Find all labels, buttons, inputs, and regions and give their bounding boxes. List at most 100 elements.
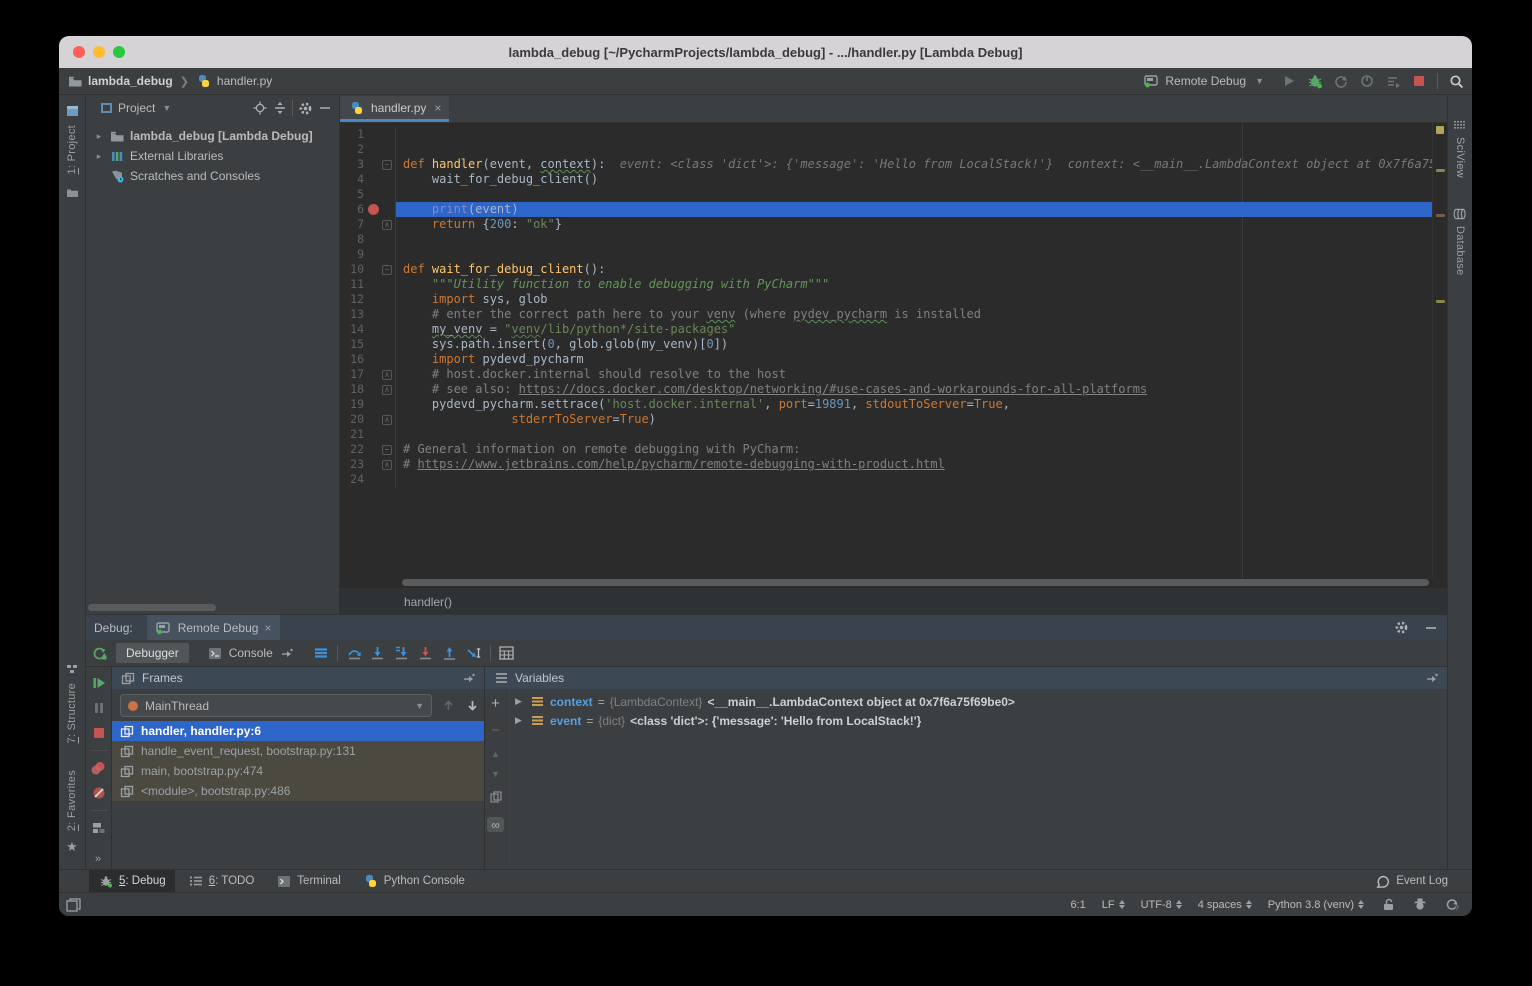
- hector-icon[interactable]: [1412, 897, 1428, 913]
- line-number[interactable]: 5: [340, 187, 364, 202]
- show-execution-point-icon[interactable]: [313, 645, 329, 661]
- stop-button[interactable]: [1411, 73, 1427, 89]
- line-number[interactable]: 10: [340, 262, 364, 277]
- code-line[interactable]: 24: [340, 472, 1447, 487]
- stack-frame[interactable]: main, bootstrap.py:474: [112, 761, 484, 781]
- tab-debugger[interactable]: Debugger: [116, 643, 189, 663]
- fold-icon[interactable]: −: [382, 445, 392, 455]
- code-line[interactable]: 16 import pydevd_pycharm: [340, 352, 1447, 367]
- breadcrumb-project[interactable]: lambda_debug: [88, 74, 173, 88]
- bookmark-folder-icon[interactable]: [64, 184, 80, 200]
- line-number[interactable]: 13: [340, 307, 364, 322]
- status-item-utf8[interactable]: UTF-8: [1141, 899, 1182, 911]
- hide-panel-icon[interactable]: [1423, 620, 1439, 636]
- line-number[interactable]: 16: [340, 352, 364, 367]
- search-everywhere-icon[interactable]: [1448, 73, 1464, 89]
- code-line[interactable]: 1: [340, 127, 1447, 142]
- sync-icon[interactable]: ?: [1444, 897, 1460, 913]
- stack-frame[interactable]: handle_event_request, bootstrap.py:131: [112, 741, 484, 761]
- more-options-icon[interactable]: »: [95, 853, 102, 865]
- event-log-button[interactable]: Event Log: [1375, 873, 1462, 889]
- pause-icon[interactable]: [91, 700, 107, 716]
- code-line[interactable]: 8: [340, 232, 1447, 247]
- code-line[interactable]: 12 import sys, glob: [340, 292, 1447, 307]
- run-button[interactable]: [1281, 73, 1297, 89]
- step-over-icon[interactable]: [346, 645, 362, 661]
- expand-arrow-icon[interactable]: ▶: [515, 696, 524, 707]
- step-out-of-block-icon[interactable]: [418, 645, 434, 661]
- tool-window-tab-terminal[interactable]: Terminal: [267, 870, 349, 892]
- stripe-mark[interactable]: [1436, 300, 1445, 303]
- tool-window-toggle-icon[interactable]: [65, 897, 81, 913]
- code-line[interactable]: 18∧ # see also: https://docs.docker.com/…: [340, 382, 1447, 397]
- variable-row[interactable]: ▶context = {LambdaContext} <__main__.Lam…: [507, 692, 1447, 711]
- variable-row[interactable]: ▶event = {dict} <class 'dict'>: {'messag…: [507, 711, 1447, 730]
- editor-tab-handler-py[interactable]: handler.py ×: [340, 96, 449, 122]
- project-tree-item[interactable]: ▸lambda_debug [Lambda Debug]: [86, 126, 339, 146]
- status-item-4spaces[interactable]: 4 spaces: [1198, 899, 1252, 911]
- close-session-icon[interactable]: ×: [264, 621, 271, 635]
- expand-arrow-icon[interactable]: ▸: [94, 131, 104, 142]
- collapse-all-icon[interactable]: [272, 100, 288, 116]
- line-number[interactable]: 15: [340, 337, 364, 352]
- status-item-lf[interactable]: LF: [1102, 899, 1125, 911]
- lock-icon[interactable]: [1380, 897, 1396, 913]
- line-number[interactable]: 6: [340, 202, 364, 217]
- locate-file-icon[interactable]: [252, 100, 268, 116]
- code-line[interactable]: 20∧ stderrToServer=True): [340, 412, 1447, 427]
- view-breakpoints-icon[interactable]: [91, 760, 107, 776]
- line-number[interactable]: 3: [340, 157, 364, 172]
- fold-icon[interactable]: ∧: [382, 220, 392, 230]
- move-watch-up-icon[interactable]: ▲: [491, 749, 500, 759]
- tab-console[interactable]: Console: [197, 643, 305, 663]
- add-watch-icon[interactable]: +: [491, 695, 500, 712]
- line-number[interactable]: 12: [340, 292, 364, 307]
- move-watch-down-icon[interactable]: ▼: [491, 769, 500, 779]
- line-number[interactable]: 14: [340, 322, 364, 337]
- resume-icon[interactable]: [91, 675, 107, 691]
- code-line[interactable]: 5: [340, 187, 1447, 202]
- restore-layout-icon[interactable]: [91, 820, 107, 836]
- sidebar-tab-structure[interactable]: 7: Structure: [66, 683, 78, 743]
- line-number[interactable]: 18: [340, 382, 364, 397]
- rerun-icon[interactable]: [92, 645, 108, 661]
- line-number[interactable]: 2: [340, 142, 364, 157]
- sidebar-tab-database[interactable]: Database: [1454, 226, 1466, 276]
- fold-icon[interactable]: −: [382, 265, 392, 275]
- force-step-into-icon[interactable]: [394, 645, 410, 661]
- status-item-python38venv[interactable]: Python 3.8 (venv): [1268, 899, 1364, 911]
- code-line[interactable]: 4 wait_for_debug_client(): [340, 172, 1447, 187]
- code-line[interactable]: 21: [340, 427, 1447, 442]
- code-line[interactable]: 17∧ # host.docker.internal should resolv…: [340, 367, 1447, 382]
- sidebar-tab-project[interactable]: 1: Project: [66, 125, 78, 174]
- step-out-icon[interactable]: [442, 645, 458, 661]
- expand-arrow-icon[interactable]: ▸: [94, 151, 104, 162]
- fold-icon[interactable]: ∧: [382, 370, 392, 380]
- code-line[interactable]: 22−# General information on remote debug…: [340, 442, 1447, 457]
- editor-horizontal-scrollbar[interactable]: [340, 578, 1447, 588]
- thread-select[interactable]: MainThread ▼: [120, 694, 432, 717]
- coverage-button[interactable]: [1359, 73, 1375, 89]
- code-line[interactable]: 13 # enter the correct path here to your…: [340, 307, 1447, 322]
- remove-watch-icon[interactable]: −: [491, 722, 500, 739]
- project-panel-title[interactable]: Project: [118, 101, 155, 115]
- code-line[interactable]: 6 print(event): [340, 202, 1447, 217]
- mute-breakpoints-icon[interactable]: [91, 785, 107, 801]
- line-number[interactable]: 22: [340, 442, 364, 457]
- fold-icon[interactable]: ∧: [382, 460, 392, 470]
- sidebar-tab-favorites[interactable]: 2: Favorites: [66, 770, 78, 831]
- run-with-parameters-button[interactable]: [1385, 73, 1401, 89]
- line-number[interactable]: 20: [340, 412, 364, 427]
- next-frame-icon[interactable]: [464, 698, 480, 714]
- breakpoint-dot[interactable]: [364, 204, 382, 215]
- run-to-cursor-icon[interactable]: [466, 645, 482, 661]
- stack-frame[interactable]: <module>, bootstrap.py:486: [112, 781, 484, 801]
- project-horizontal-scrollbar[interactable]: [88, 604, 216, 611]
- fold-icon[interactable]: ∧: [382, 415, 392, 425]
- stripe-mark[interactable]: [1436, 214, 1445, 217]
- line-number[interactable]: 23: [340, 457, 364, 472]
- line-number[interactable]: 7: [340, 217, 364, 232]
- status-item-61[interactable]: 6:1: [1070, 899, 1085, 911]
- previous-frame-icon[interactable]: [440, 698, 456, 714]
- code-line[interactable]: 14 my_venv = "venv/lib/python*/site-pack…: [340, 322, 1447, 337]
